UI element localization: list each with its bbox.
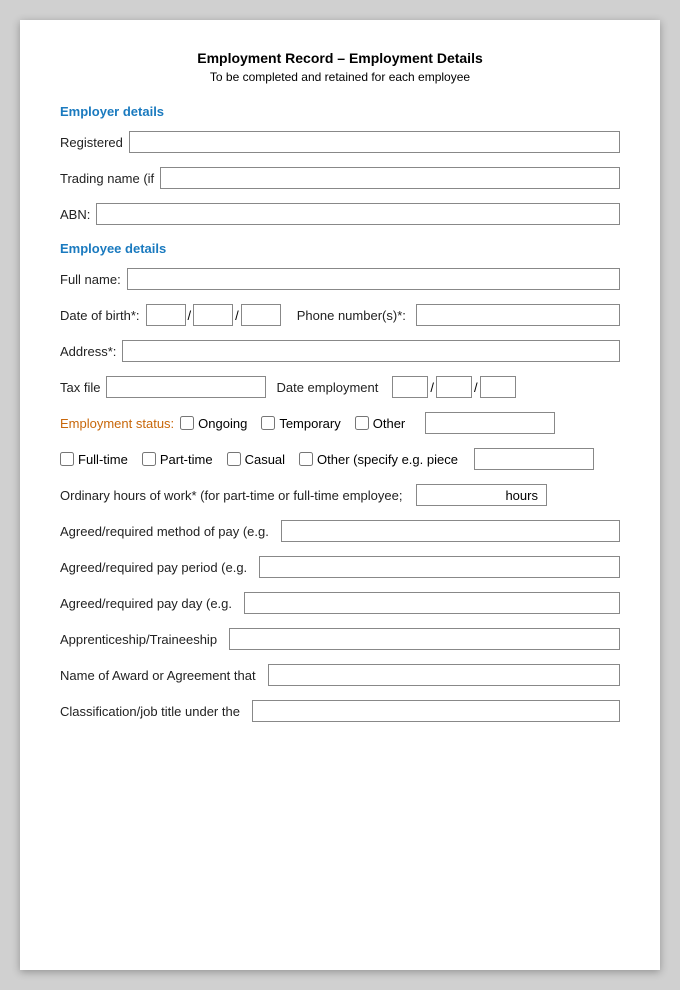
dob-label: Date of birth*: <box>60 308 140 323</box>
emp-type-checkboxes: Full-time Part-time Casual Other (specif… <box>60 448 594 470</box>
emp-status-label: Employment status: <box>60 416 174 431</box>
emp-date-month-input[interactable] <box>436 376 472 398</box>
award-input[interactable] <box>268 664 620 686</box>
temporary-checkbox-item: Temporary <box>261 416 340 431</box>
apprenticeship-input[interactable] <box>229 628 620 650</box>
other-type-checkbox[interactable] <box>299 452 313 466</box>
trading-label: Trading name (if <box>60 171 154 186</box>
address-input[interactable] <box>122 340 620 362</box>
address-row: Address*: <box>60 340 620 362</box>
emp-slash2: / <box>474 380 478 395</box>
phone-label: Phone number(s)*: <box>297 308 406 323</box>
dob-slash2: / <box>235 308 239 323</box>
dob-slash1: / <box>188 308 192 323</box>
pay-method-label: Agreed/required method of pay (e.g. <box>60 524 269 539</box>
fullname-row: Full name: <box>60 268 620 290</box>
fullname-label: Full name: <box>60 272 121 287</box>
apprenticeship-row: Apprenticeship/Traineeship <box>60 628 620 650</box>
other-status-checkbox-item: Other <box>355 416 406 431</box>
parttime-checkbox[interactable] <box>142 452 156 466</box>
employer-heading: Employer details <box>60 104 620 119</box>
dob-phone-row: Date of birth*: / / Phone number(s)*: <box>60 304 620 326</box>
award-row: Name of Award or Agreement that <box>60 664 620 686</box>
casual-checkbox[interactable] <box>227 452 241 466</box>
hours-input-wrap: hours <box>416 484 547 506</box>
ongoing-label: Ongoing <box>198 416 247 431</box>
parttime-label: Part-time <box>160 452 213 467</box>
registered-input[interactable] <box>129 131 620 153</box>
trading-input[interactable] <box>160 167 620 189</box>
other-status-checkbox[interactable] <box>355 416 369 430</box>
form-page: Employment Record – Employment Details T… <box>20 20 660 970</box>
temporary-checkbox[interactable] <box>261 416 275 430</box>
pay-period-input[interactable] <box>259 556 620 578</box>
emp-slash1: / <box>430 380 434 395</box>
employee-heading: Employee details <box>60 241 620 256</box>
pay-period-label: Agreed/required pay period (e.g. <box>60 560 247 575</box>
ongoing-checkbox-item: Ongoing <box>180 416 247 431</box>
emp-date-year-input[interactable] <box>480 376 516 398</box>
classification-input[interactable] <box>252 700 620 722</box>
emp-date-group: / / <box>392 376 515 398</box>
classification-row: Classification/job title under the <box>60 700 620 722</box>
other-status-label: Other <box>373 416 406 431</box>
date-emp-label: Date employment <box>276 380 378 395</box>
apprenticeship-label: Apprenticeship/Traineeship <box>60 632 217 647</box>
hours-label: Ordinary hours of work* (for part-time o… <box>60 488 402 503</box>
page-title: Employment Record – Employment Details <box>60 50 620 66</box>
other-type-checkbox-item: Other (specify e.g. piece <box>299 452 458 467</box>
registered-row: Registered <box>60 131 620 153</box>
emp-status-checkboxes: Ongoing Temporary Other <box>180 412 555 434</box>
registered-label: Registered <box>60 135 123 150</box>
emp-type-row: Full-time Part-time Casual Other (specif… <box>60 448 620 470</box>
fulltime-checkbox-item: Full-time <box>60 452 128 467</box>
fulltime-checkbox[interactable] <box>60 452 74 466</box>
classification-label: Classification/job title under the <box>60 704 240 719</box>
other-status-input[interactable] <box>425 412 555 434</box>
hours-unit: hours <box>497 488 546 503</box>
pay-period-row: Agreed/required pay period (e.g. <box>60 556 620 578</box>
other-type-input[interactable] <box>474 448 594 470</box>
casual-checkbox-item: Casual <box>227 452 285 467</box>
dob-month-input[interactable] <box>193 304 233 326</box>
award-label: Name of Award or Agreement that <box>60 668 256 683</box>
tax-input[interactable] <box>106 376 266 398</box>
pay-day-row: Agreed/required pay day (e.g. <box>60 592 620 614</box>
emp-date-day-input[interactable] <box>392 376 428 398</box>
address-label: Address*: <box>60 344 116 359</box>
tax-date-row: Tax file Date employment / / <box>60 376 620 398</box>
trading-row: Trading name (if <box>60 167 620 189</box>
temporary-label: Temporary <box>279 416 340 431</box>
parttime-checkbox-item: Part-time <box>142 452 213 467</box>
dob-date-group: / / <box>146 304 281 326</box>
fulltime-label: Full-time <box>78 452 128 467</box>
ongoing-checkbox[interactable] <box>180 416 194 430</box>
pay-method-input[interactable] <box>281 520 620 542</box>
casual-label: Casual <box>245 452 285 467</box>
dob-year-input[interactable] <box>241 304 281 326</box>
phone-input[interactable] <box>416 304 620 326</box>
fullname-input[interactable] <box>127 268 620 290</box>
hours-input[interactable] <box>417 485 497 505</box>
hours-row: Ordinary hours of work* (for part-time o… <box>60 484 620 506</box>
abn-input[interactable] <box>96 203 620 225</box>
pay-day-input[interactable] <box>244 592 620 614</box>
other-type-label: Other (specify e.g. piece <box>317 452 458 467</box>
dob-day-input[interactable] <box>146 304 186 326</box>
pay-method-row: Agreed/required method of pay (e.g. <box>60 520 620 542</box>
abn-label: ABN: <box>60 207 90 222</box>
page-subtitle: To be completed and retained for each em… <box>60 70 620 84</box>
tax-label: Tax file <box>60 380 100 395</box>
pay-day-label: Agreed/required pay day (e.g. <box>60 596 232 611</box>
abn-row: ABN: <box>60 203 620 225</box>
emp-status-row: Employment status: Ongoing Temporary Oth… <box>60 412 620 434</box>
